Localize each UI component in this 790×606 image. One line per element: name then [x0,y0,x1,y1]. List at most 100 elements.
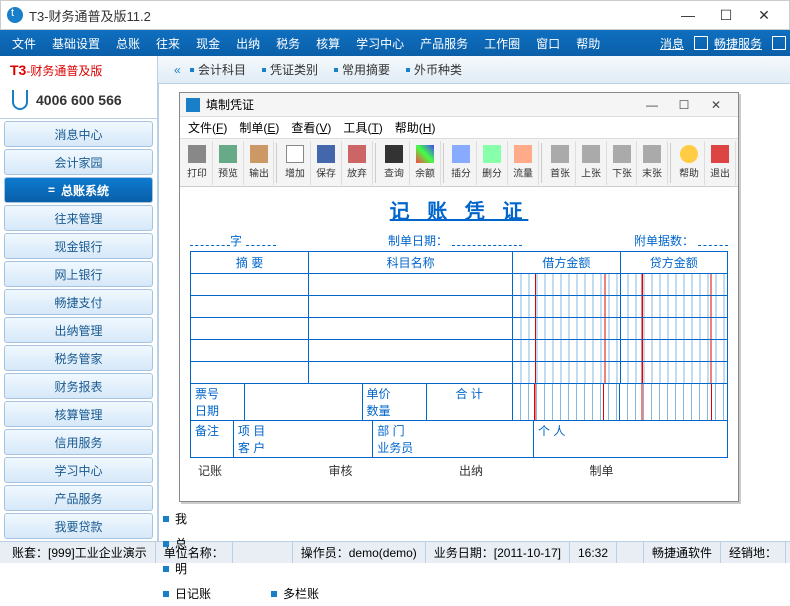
menu-learn[interactable]: 学习中心 [348,30,412,56]
insert-icon [452,145,470,163]
sidebar-item-ebank[interactable]: 网上银行 [4,261,153,287]
tb-print[interactable]: 打印 [182,141,213,185]
sidebar-item-tax[interactable]: 税务管家 [4,345,153,371]
window-titlebar: T3-财务通普及版11.2 — ☐ ✕ [0,0,790,30]
col-summary: 摘 要 [191,252,309,274]
menu-help[interactable]: 帮助 [568,30,608,56]
col-credit: 贷方金额 [620,252,727,274]
col-subject: 科目名称 [309,252,513,274]
menu-ledger[interactable]: 总账 [108,30,148,56]
menu-basic[interactable]: 基础设置 [44,30,108,56]
sidebar-item-product[interactable]: 产品服务 [4,485,153,511]
tb-add[interactable]: 增加 [280,141,311,185]
tab-currency[interactable]: 外币种类 [404,56,476,83]
tb-exit[interactable]: 退出 [705,141,736,185]
voucher-type-field[interactable] [190,232,230,246]
menu-workcircle[interactable]: 工作圈 [476,30,528,56]
tb-save[interactable]: 保存 [311,141,342,185]
link-duolan[interactable]: 多栏账 [283,585,319,602]
voucher-attach-label: 附单据数： [634,232,698,249]
link-messages[interactable]: 消息 [654,35,690,52]
voucher-date-label: 制单日期： [388,232,452,249]
tb-first[interactable]: 首张 [545,141,576,185]
tab-vouchertype[interactable]: 凭证类别 [260,56,332,83]
menu-audit[interactable]: 核算 [308,30,348,56]
last-icon [643,145,661,163]
minimize-button[interactable]: — [669,1,707,29]
tb-next[interactable]: 下张 [607,141,638,185]
voucher-date-field[interactable] [452,232,522,246]
voucher-attach-field[interactable] [698,232,728,246]
next-icon [613,145,631,163]
menu-cash[interactable]: 现金 [188,30,228,56]
sidebar-item-home[interactable]: 会计家园 [4,149,153,175]
tb-query[interactable]: 查询 [379,141,410,185]
sidebar-item-ledger[interactable]: 总账系统 [4,177,153,203]
menu-file[interactable]: 文件 [4,30,44,56]
link-service[interactable]: 畅捷服务 [708,35,768,52]
sign-sh: 审核 [329,462,460,479]
abandon-icon [348,145,366,163]
menu-product[interactable]: 产品服务 [412,30,476,56]
print-icon [188,145,206,163]
child-titlebar: 填制凭证 — ☐ ✕ [180,93,738,117]
sidebar-item-cashbank[interactable]: 现金银行 [4,233,153,259]
menu-ar[interactable]: 往来 [148,30,188,56]
menu-tax[interactable]: 税务 [268,30,308,56]
child-menubar: 文件(F) 制单(E) 查看(V) 工具(T) 帮助(H) [180,117,738,139]
sidebar-item-reports[interactable]: 财务报表 [4,373,153,399]
delete-icon [483,145,501,163]
tb-help[interactable]: 帮助 [674,141,705,185]
sidebar-item-credit[interactable]: 信用服务 [4,429,153,455]
flow-icon [514,145,532,163]
voucher-title: 记 账 凭 证 [190,193,728,230]
tab-subjects[interactable]: 会计科目 [188,56,260,83]
tb-insert[interactable]: 插分 [447,141,478,185]
voucher-footer: 票号日期 单价数量 合 计 备注 项 目客 户 部 门业务员 个 人 [190,384,728,458]
tb-balance[interactable]: 余额 [410,141,441,185]
prev-icon [582,145,600,163]
menu-cashier[interactable]: 出纳 [228,30,268,56]
voucher-grid[interactable]: 摘 要 科目名称 借方金额 贷方金额 [190,251,728,384]
child-menu-file[interactable]: 文件(F) [186,119,237,136]
sidebar-item-ar[interactable]: 往来管理 [4,205,153,231]
menu-window[interactable]: 窗口 [528,30,568,56]
balance-icon [416,145,434,163]
voucher-no-field[interactable] [246,232,276,246]
tb-flow[interactable]: 流量 [508,141,539,185]
child-menu-tools[interactable]: 工具(T) [341,119,392,136]
child-menu-view[interactable]: 查看(V) [289,119,341,136]
child-menu-help[interactable]: 帮助(H) [393,119,446,136]
msg-icon[interactable] [694,36,708,50]
sidebar-item-msgcenter[interactable]: 消息中心 [4,121,153,147]
link-wo[interactable]: 我 [175,510,187,527]
tb-last[interactable]: 末张 [637,141,668,185]
tb-preview[interactable]: 预览 [213,141,244,185]
tb-prev[interactable]: 上张 [576,141,607,185]
voucher-zi-label: 字 [230,232,246,249]
sidebar-item-learn[interactable]: 学习中心 [4,457,153,483]
tb-output[interactable]: 输出 [244,141,275,185]
child-toolbar: 打印 预览 输出 增加 保存 放弃 查询 余额 插分 删分 流量 首张 [180,139,738,187]
link-zong[interactable]: 总 [175,535,187,552]
sidebar-item-loan[interactable]: 我要贷款 [4,513,153,539]
sidebar-item-pay[interactable]: 畅捷支付 [4,289,153,315]
voucher-form: 记 账 凭 证 字 制单日期： 附单据数： [180,187,738,501]
child-minimize-button[interactable]: — [636,98,668,112]
output-icon [250,145,268,163]
statusbar: 账套：[999]工业企业演示 单位名称： 操作员：demo(demo) 业务日期… [0,541,790,563]
child-menu-edit[interactable]: 制单(E) [237,119,289,136]
tb-abandon[interactable]: 放弃 [342,141,373,185]
maximize-button[interactable]: ☐ [707,1,745,29]
child-maximize-button[interactable]: ☐ [668,98,700,112]
svc-icon[interactable] [772,36,786,50]
save-icon [317,145,335,163]
window-title: T3-财务通普及版11.2 [29,6,669,25]
sidebar-item-audit[interactable]: 核算管理 [4,401,153,427]
tb-delete[interactable]: 删分 [477,141,508,185]
close-button[interactable]: ✕ [745,1,783,29]
child-close-button[interactable]: ✕ [700,98,732,112]
sidebar-item-cashier[interactable]: 出纳管理 [4,317,153,343]
link-rijizhang[interactable]: 日记账 [175,585,211,602]
tab-summary[interactable]: 常用摘要 [332,56,404,83]
